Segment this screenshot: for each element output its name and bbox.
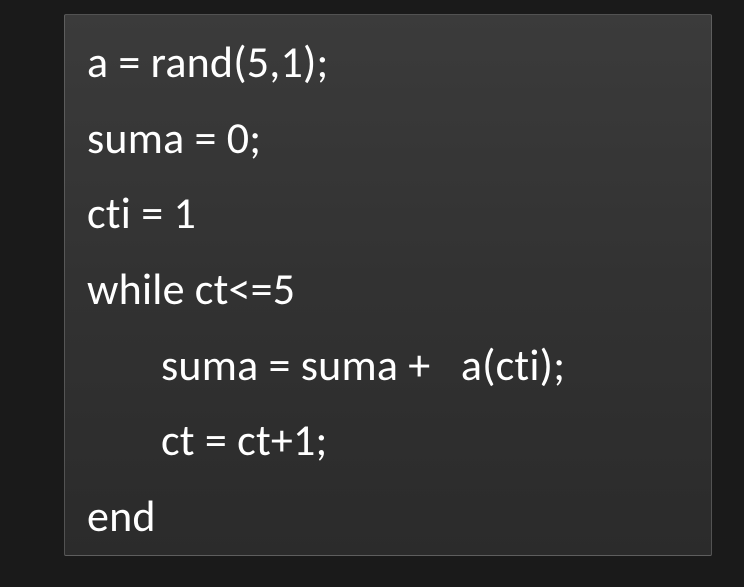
code-line-1: a = rand(5,1); — [87, 25, 689, 101]
code-line-7: end — [87, 479, 689, 555]
code-line-5: suma = suma + a(cti); — [87, 328, 689, 404]
code-line-3: cti = 1 — [87, 176, 689, 252]
code-line-2: suma = 0; — [87, 101, 689, 177]
code-line-6: ct = ct+1; — [87, 403, 689, 479]
code-line-4: while ct<=5 — [87, 252, 689, 328]
code-block: a = rand(5,1); suma = 0; cti = 1 while c… — [64, 14, 712, 556]
